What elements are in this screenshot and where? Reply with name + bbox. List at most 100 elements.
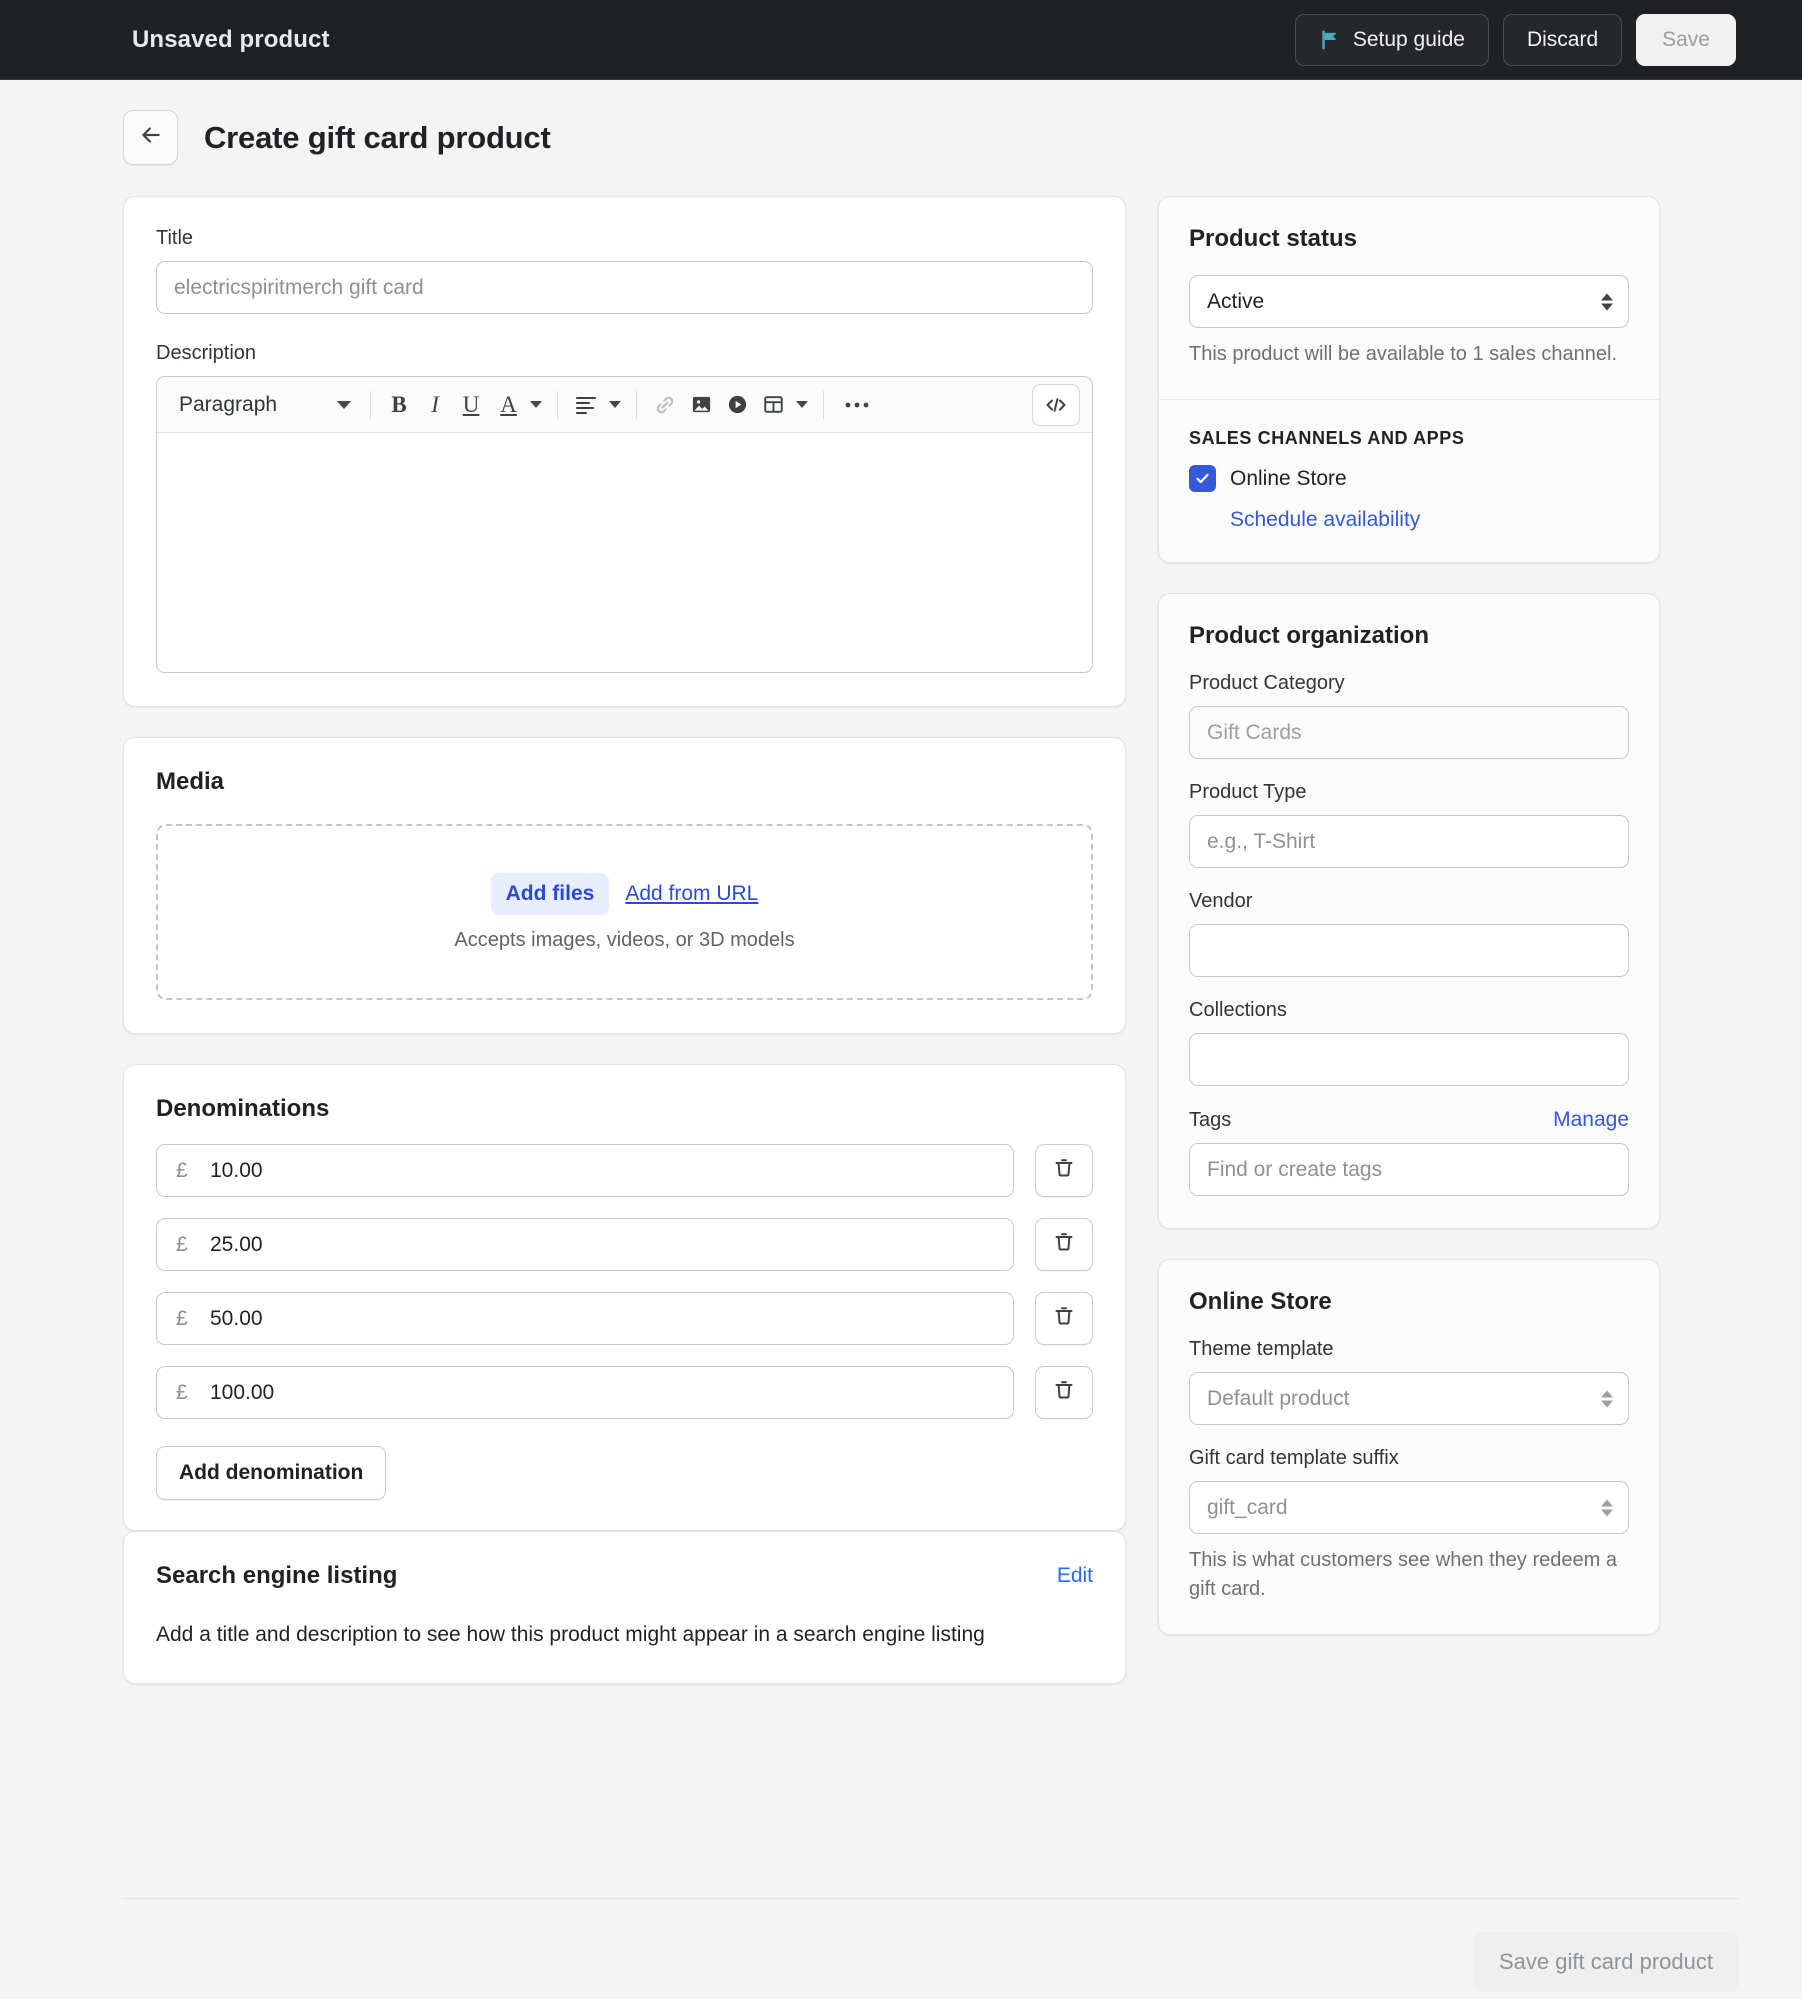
title-field-label: Title [156, 227, 194, 249]
toolbar-divider [823, 390, 825, 419]
text-style-group: B I U A [382, 385, 546, 425]
product-organization-section: Product organization Product Category Pr… [1159, 594, 1659, 1228]
product-status-value: Active [1207, 289, 1265, 313]
schedule-availability-link[interactable]: Schedule availability [1230, 508, 1629, 532]
back-button[interactable] [123, 110, 178, 165]
image-icon[interactable] [684, 385, 718, 425]
discard-button[interactable]: Discard [1502, 13, 1623, 66]
online-store-card: Online Store Theme template Default prod… [1158, 1259, 1660, 1635]
denomination-row: £ [156, 1292, 1093, 1345]
link-icon[interactable] [648, 385, 682, 425]
product-organization-card: Product organization Product Category Pr… [1158, 593, 1660, 1229]
add-files-button[interactable]: Add files [490, 872, 610, 915]
product-status-select[interactable]: Active [1189, 275, 1629, 328]
insert-group [648, 385, 812, 425]
gift-card-suffix-label: Gift card template suffix [1189, 1447, 1399, 1469]
product-status-select-wrap: Active [1189, 275, 1629, 328]
seo-edit-link[interactable]: Edit [1057, 1564, 1093, 1588]
save-button-top[interactable]: Save [1636, 13, 1736, 66]
denomination-input[interactable] [156, 1366, 1014, 1419]
seo-card-title: Search engine listing [156, 1562, 398, 1589]
theme-template-value: Default product [1207, 1386, 1350, 1410]
currency-symbol: £ [176, 1232, 188, 1256]
vendor-group: Vendor [1189, 890, 1629, 977]
description-field-label: Description [156, 342, 257, 364]
save-gift-card-product-button[interactable]: Save gift card product [1472, 1932, 1739, 1992]
sales-channels-label: SALES CHANNELS AND APPS [1189, 428, 1465, 448]
save-label: Save [1662, 27, 1710, 51]
title-input[interactable] [156, 261, 1093, 314]
denomination-input-wrap: £ [156, 1366, 1014, 1419]
description-editor: Paragraph B I U A [156, 376, 1093, 673]
denomination-input-wrap: £ [156, 1144, 1014, 1197]
setup-guide-button[interactable]: Setup guide [1294, 13, 1489, 66]
delete-denomination-button[interactable] [1035, 1366, 1093, 1419]
footer-divider [122, 1898, 1739, 1899]
gift-card-suffix-help: This is what customers see when they red… [1189, 1549, 1617, 1600]
bold-button[interactable]: B [382, 385, 416, 425]
gift-card-suffix-group: Gift card template suffix gift_card This… [1189, 1447, 1629, 1604]
more-horizontal-icon[interactable] [835, 385, 879, 425]
chevron-down-icon [796, 401, 809, 408]
denomination-input[interactable] [156, 1144, 1014, 1197]
media-hint: Accepts images, videos, or 3D models [454, 928, 795, 951]
media-dropzone[interactable]: Add files Add from URL Accepts images, v… [156, 824, 1093, 1000]
tags-manage-link[interactable]: Manage [1553, 1108, 1629, 1132]
vendor-input[interactable] [1189, 924, 1629, 977]
online-store-channel-label: Online Store [1230, 466, 1347, 490]
add-from-url-link[interactable]: Add from URL [625, 882, 758, 906]
text-color-dropdown[interactable] [526, 385, 546, 425]
footer-actions: Save gift card product [1472, 1932, 1739, 1992]
side-column: Product status Active This product will … [1158, 196, 1660, 1635]
theme-template-select[interactable]: Default product [1189, 1372, 1629, 1425]
tags-label: Tags [1189, 1108, 1232, 1131]
media-dropzone-actions: Add files Add from URL [490, 872, 758, 915]
page-header: Create gift card product [0, 80, 1802, 165]
vendor-label: Vendor [1189, 890, 1253, 912]
delete-denomination-button[interactable] [1035, 1292, 1093, 1345]
product-category-label: Product Category [1189, 672, 1345, 694]
tags-label-row: Tags Manage [1189, 1108, 1629, 1132]
product-category-input[interactable] [1189, 706, 1629, 759]
denomination-input[interactable] [156, 1218, 1014, 1271]
video-play-icon[interactable] [720, 385, 754, 425]
table-dropdown[interactable] [792, 385, 812, 425]
alignment-dropdown[interactable] [605, 385, 625, 425]
denomination-row: £ [156, 1144, 1093, 1197]
arrow-left-icon [138, 122, 164, 153]
collections-label: Collections [1189, 999, 1287, 1021]
denominations-card: Denominations £ 10.00 £ 25.00 £ 50.00 £ … [123, 1064, 1126, 1531]
online-store-checkbox[interactable] [1189, 465, 1216, 492]
italic-button[interactable]: I [418, 385, 452, 425]
text-color-button[interactable]: A [490, 385, 524, 425]
denomination-input-wrap: £ [156, 1292, 1014, 1345]
code-view-icon[interactable] [1032, 383, 1080, 426]
underline-button[interactable]: U [454, 385, 488, 425]
align-left-icon[interactable] [569, 385, 603, 425]
alignment-group [569, 385, 625, 425]
online-store-channel-row[interactable]: Online Store [1189, 465, 1629, 492]
block-format-dropdown[interactable]: Paragraph [169, 385, 359, 425]
denomination-input[interactable] [156, 1292, 1014, 1345]
chevron-down-icon [530, 401, 543, 408]
collections-group: Collections [1189, 999, 1629, 1086]
description-textarea[interactable] [157, 433, 1092, 672]
product-type-label: Product Type [1189, 781, 1307, 803]
collections-input[interactable] [1189, 1033, 1629, 1086]
sales-channels-section: SALES CHANNELS AND APPS Online Store Sch… [1159, 399, 1659, 562]
tags-input[interactable] [1189, 1143, 1629, 1196]
online-store-section: Online Store Theme template Default prod… [1159, 1260, 1659, 1634]
currency-symbol: £ [176, 1158, 188, 1182]
add-denomination-button[interactable]: Add denomination [156, 1446, 387, 1500]
table-icon[interactable] [756, 385, 790, 425]
delete-denomination-button[interactable] [1035, 1218, 1093, 1271]
product-status-title: Product status [1189, 225, 1358, 252]
delete-denomination-button[interactable] [1035, 1144, 1093, 1197]
unsaved-product-title: Unsaved product [132, 25, 330, 53]
product-type-input[interactable] [1189, 815, 1629, 868]
trash-icon [1052, 1230, 1076, 1259]
theme-template-group: Theme template Default product [1189, 1338, 1629, 1425]
gift-card-suffix-select[interactable]: gift_card [1189, 1481, 1629, 1534]
gift-card-suffix-select-wrap: gift_card [1189, 1481, 1629, 1534]
product-category-group: Product Category [1189, 672, 1629, 759]
